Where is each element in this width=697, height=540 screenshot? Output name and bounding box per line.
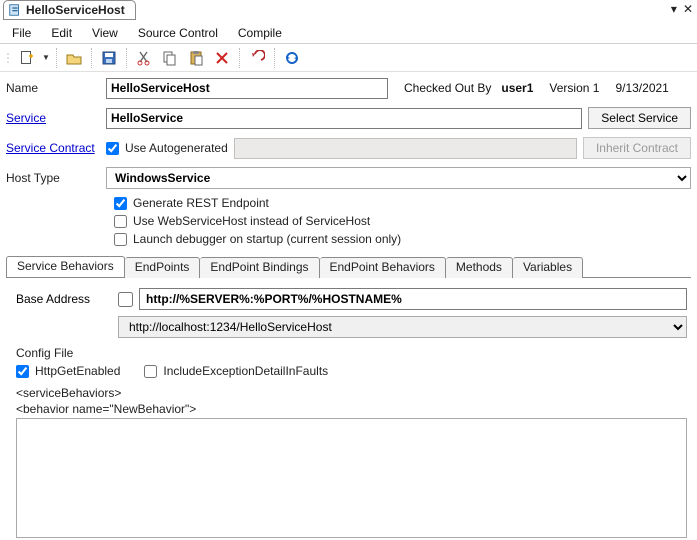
open-button[interactable] [63, 47, 85, 69]
tab-dropdown-icon[interactable]: ▾ [671, 2, 677, 16]
use-autogenerated-label: Use Autogenerated [125, 141, 228, 155]
save-button[interactable] [98, 47, 120, 69]
use-webservicehost-row: Use WebServiceHost instead of ServiceHos… [106, 214, 691, 228]
checked-out-by-user: user1 [501, 81, 533, 95]
host-type-select[interactable]: WindowsService [106, 167, 691, 189]
xml-line-2: <behavior name="NewBehavior"> [16, 402, 687, 416]
host-type-label: Host Type [6, 171, 106, 185]
document-tab-strip: HelloServiceHost ▾ ✕ [0, 0, 697, 22]
behavior-textarea[interactable] [16, 418, 687, 538]
menu-edit[interactable]: Edit [51, 26, 72, 40]
copy-button[interactable] [159, 47, 181, 69]
include-exception-label: IncludeExceptionDetailInFaults [163, 364, 328, 378]
service-link[interactable]: Service [6, 111, 46, 125]
menu-compile[interactable]: Compile [238, 26, 282, 40]
generate-rest-checkbox[interactable] [114, 197, 127, 210]
service-contract-link[interactable]: Service Contract [6, 141, 95, 155]
tab-endpoint-behaviors[interactable]: EndPoint Behaviors [320, 257, 446, 278]
launch-debugger-row: Launch debugger on startup (current sess… [106, 232, 691, 246]
select-service-button[interactable]: Select Service [588, 107, 691, 129]
base-address-input[interactable] [139, 288, 687, 310]
generate-rest-row: Generate REST Endpoint [106, 196, 691, 210]
include-exception-row: IncludeExceptionDetailInFaults [144, 364, 328, 378]
dropdown-arrow-icon[interactable]: ▼ [42, 53, 50, 62]
version-label: Version 1 [549, 81, 599, 95]
xml-line-1: <serviceBehaviors> [16, 386, 687, 400]
tab-service-behaviors[interactable]: Service Behaviors [6, 256, 125, 277]
httpget-row: HttpGetEnabled [16, 364, 120, 378]
include-exception-checkbox[interactable] [144, 365, 157, 378]
toolbar: ⋮ ▼ [0, 44, 697, 72]
menu-source-control[interactable]: Source Control [138, 26, 218, 40]
paste-button[interactable] [185, 47, 207, 69]
document-tab-title: HelloServiceHost [26, 3, 125, 17]
service-input[interactable] [106, 108, 582, 129]
base-address-label: Base Address [16, 292, 112, 306]
use-autogenerated-checkbox[interactable] [106, 142, 119, 155]
date-label: 9/13/2021 [615, 81, 668, 95]
autogenerated-row: Use Autogenerated [106, 141, 228, 155]
refresh-button[interactable] [281, 47, 303, 69]
service-behaviors-panel: Base Address http://localhost:1234/Hello… [6, 278, 691, 540]
tab-methods[interactable]: Methods [446, 257, 513, 278]
use-webservicehost-label: Use WebServiceHost instead of ServiceHos… [133, 214, 370, 228]
resolved-address-select[interactable]: http://localhost:1234/HelloServiceHost [118, 316, 687, 338]
inherit-contract-button: Inherit Contract [583, 137, 691, 159]
document-icon [8, 3, 22, 17]
undo-button[interactable] [246, 47, 268, 69]
name-label: Name [6, 81, 106, 95]
config-file-label: Config File [16, 346, 687, 360]
tab-variables[interactable]: Variables [513, 257, 583, 278]
toolbar-grip-icon: ⋮ [2, 51, 12, 65]
delete-button[interactable] [211, 47, 233, 69]
use-webservicehost-checkbox[interactable] [114, 215, 127, 228]
checked-out-by-label: Checked Out By [404, 81, 491, 95]
base-address-checkbox[interactable] [118, 292, 133, 307]
httpget-enabled-label: HttpGetEnabled [35, 364, 120, 378]
menu-bar: File Edit View Source Control Compile [0, 22, 697, 44]
menu-view[interactable]: View [92, 26, 118, 40]
service-contract-disabled-field [234, 138, 577, 159]
name-input[interactable] [106, 78, 388, 99]
document-tab[interactable]: HelloServiceHost [3, 0, 136, 20]
httpget-enabled-checkbox[interactable] [16, 365, 29, 378]
tab-close-icon[interactable]: ✕ [683, 2, 693, 16]
tab-endpoint-bindings[interactable]: EndPoint Bindings [200, 257, 319, 278]
launch-debugger-label: Launch debugger on startup (current sess… [133, 232, 401, 246]
cut-button[interactable] [133, 47, 155, 69]
new-button[interactable] [16, 47, 38, 69]
tab-endpoints[interactable]: EndPoints [125, 257, 201, 278]
lower-tabs: Service Behaviors EndPoints EndPoint Bin… [6, 256, 691, 278]
generate-rest-label: Generate REST Endpoint [133, 196, 269, 210]
launch-debugger-checkbox[interactable] [114, 233, 127, 246]
menu-file[interactable]: File [12, 26, 31, 40]
